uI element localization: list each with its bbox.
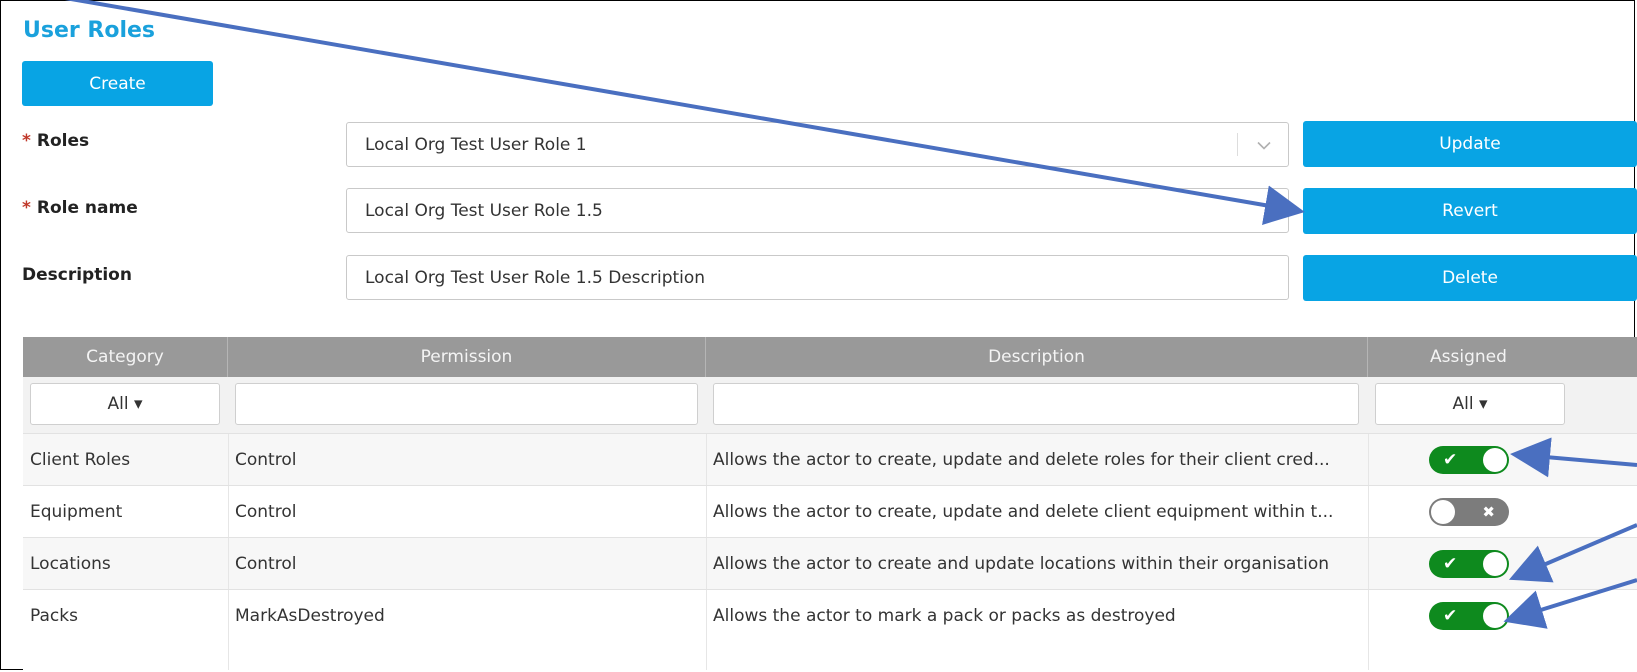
row-description: Allows the actor to create, update and d… xyxy=(713,449,1330,470)
row-category: Packs xyxy=(30,606,78,626)
column-divider xyxy=(228,590,229,670)
role-name-input-value: Local Org Test User Role 1.5 xyxy=(365,200,603,221)
update-button[interactable]: Update xyxy=(1303,121,1637,167)
column-divider xyxy=(706,434,707,485)
column-divider xyxy=(706,538,707,589)
column-divider xyxy=(706,486,707,537)
roles-label: * Roles xyxy=(22,131,89,151)
category-filter-dropdown[interactable]: All ▾ xyxy=(30,383,220,425)
delete-button[interactable]: Delete xyxy=(1303,255,1637,301)
assigned-toggle[interactable]: ✔ xyxy=(1429,602,1509,630)
assigned-toggle[interactable]: ✔ xyxy=(1429,446,1509,474)
row-category: Locations xyxy=(30,553,111,574)
role-name-label: * Role name xyxy=(22,198,138,218)
row-permission: Control xyxy=(235,501,297,522)
filter-row: All ▾ All ▾ xyxy=(23,377,1637,433)
checkmark-icon: ✔ xyxy=(1443,606,1458,626)
row-permission: MarkAsDestroyed xyxy=(235,606,385,626)
create-button[interactable]: Create xyxy=(22,61,213,106)
row-permission: Control xyxy=(235,553,297,574)
assigned-toggle[interactable]: ✔ xyxy=(1429,550,1509,578)
role-name-label-text: Role name xyxy=(36,198,138,218)
column-header-assigned[interactable]: Assigned xyxy=(1368,337,1637,377)
description-label: Description xyxy=(22,265,132,285)
toggle-knob xyxy=(1483,448,1507,472)
table-row[interactable]: Locations Control Allows the actor to cr… xyxy=(23,537,1637,589)
column-header-category[interactable]: Category xyxy=(23,337,228,377)
assigned-filter-dropdown[interactable]: All ▾ xyxy=(1375,383,1565,425)
description-input-value: Local Org Test User Role 1.5 Description xyxy=(365,267,706,288)
revert-button[interactable]: Revert xyxy=(1303,188,1637,234)
permission-filter-input[interactable] xyxy=(235,383,698,425)
toggle-knob xyxy=(1483,552,1507,576)
column-header-permission[interactable]: Permission xyxy=(228,337,706,377)
column-divider xyxy=(228,538,229,589)
cross-icon: ✖ xyxy=(1482,503,1495,521)
table-row[interactable]: Packs MarkAsDestroyed Allows the actor t… xyxy=(23,589,1637,670)
column-divider xyxy=(1368,538,1369,589)
row-description: Allows the actor to mark a pack or packs… xyxy=(713,606,1176,626)
row-permission: Control xyxy=(235,449,297,470)
column-divider xyxy=(228,486,229,537)
row-category: Client Roles xyxy=(30,449,131,470)
page-title: User Roles xyxy=(23,18,155,43)
required-marker: * xyxy=(22,131,31,151)
column-divider xyxy=(706,590,707,670)
required-marker: * xyxy=(22,198,31,218)
toggle-knob xyxy=(1431,500,1455,524)
checkmark-icon: ✔ xyxy=(1443,450,1458,470)
description-filter-input[interactable] xyxy=(713,383,1359,425)
row-description: Allows the actor to create and update lo… xyxy=(713,553,1330,574)
assigned-toggle[interactable]: ✖ xyxy=(1429,498,1509,526)
row-description: Allows the actor to create, update and d… xyxy=(713,501,1334,522)
column-divider xyxy=(1368,434,1369,485)
chevron-down-icon[interactable] xyxy=(1256,135,1272,154)
table-row[interactable]: Client Roles Control Allows the actor to… xyxy=(23,433,1637,485)
column-divider xyxy=(228,434,229,485)
table-row[interactable]: Equipment Control Allows the actor to cr… xyxy=(23,485,1637,537)
column-header-description[interactable]: Description xyxy=(706,337,1368,377)
roles-label-text: Roles xyxy=(36,131,90,151)
roles-select[interactable]: Local Org Test User Role 1 xyxy=(346,122,1289,167)
column-divider xyxy=(1368,486,1369,537)
toggle-knob xyxy=(1483,604,1507,628)
select-separator xyxy=(1237,133,1238,156)
checkmark-icon: ✔ xyxy=(1443,554,1458,574)
description-input[interactable]: Local Org Test User Role 1.5 Description xyxy=(346,255,1289,300)
column-divider xyxy=(1368,590,1369,670)
roles-select-value: Local Org Test User Role 1 xyxy=(365,134,587,155)
row-category: Equipment xyxy=(30,501,123,522)
role-name-input[interactable]: Local Org Test User Role 1.5 xyxy=(346,188,1289,233)
permissions-table-header: Category Permission Description Assigned xyxy=(23,337,1637,377)
